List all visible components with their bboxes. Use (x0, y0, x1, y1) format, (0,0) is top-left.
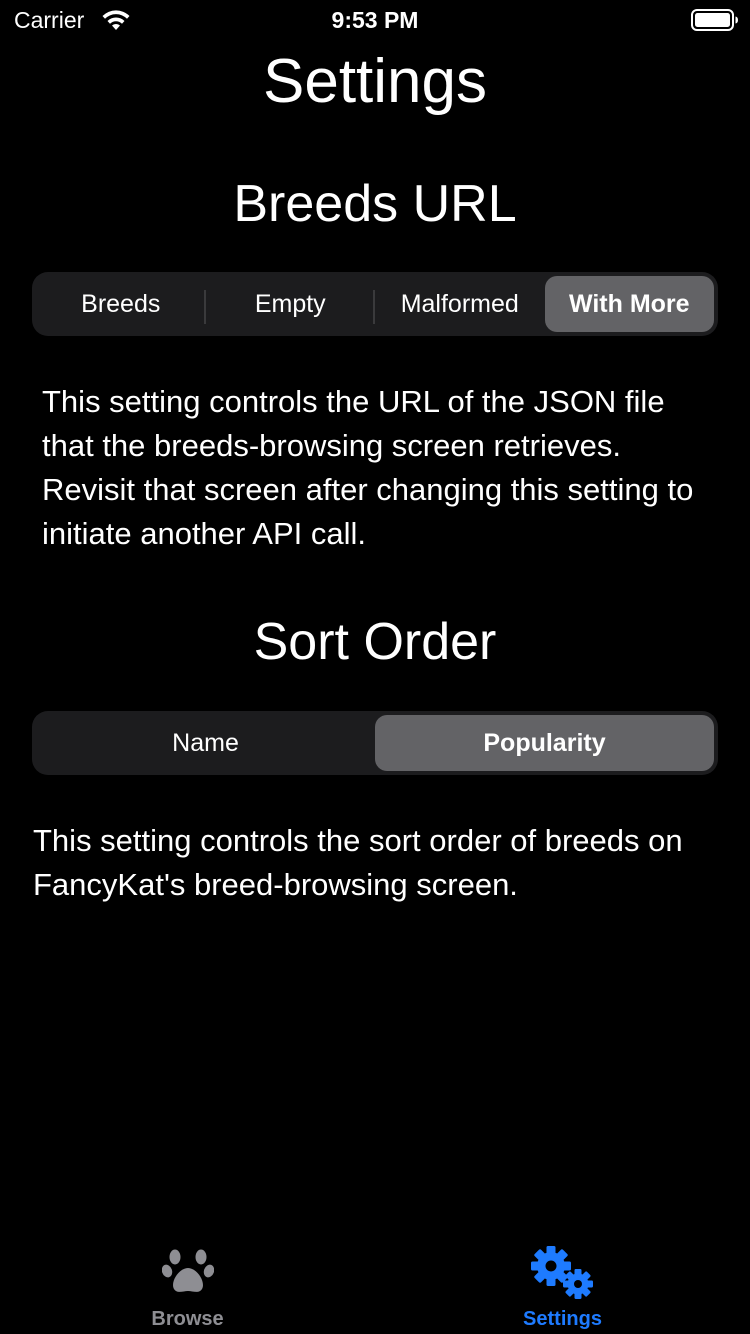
paw-icon (161, 1249, 214, 1292)
status-bar: Carrier 9:53 PM (0, 0, 750, 40)
segment-name[interactable]: Name (36, 715, 375, 771)
sort-order-description: This setting controls the sort order of … (33, 823, 683, 902)
tab-settings-label: Settings (523, 1308, 602, 1330)
segment-label: Empty (254, 289, 326, 318)
segment-malformed[interactable]: Malformed (375, 276, 545, 332)
segment-breeds[interactable]: Breeds (36, 276, 206, 332)
tab-browse-label: Browse (151, 1308, 224, 1330)
tab-browse[interactable]: Browse (0, 1236, 375, 1334)
segment-label: Name (172, 728, 239, 757)
breeds-url-segmented-control: Breeds Empty Malformed With More (32, 272, 718, 336)
battery-icon (691, 9, 738, 31)
breeds-url-description: This setting controls the URL of the JSO… (42, 384, 694, 551)
status-time: 9:53 PM (331, 7, 419, 33)
gears-icon (530, 1246, 593, 1299)
segment-label: Malformed (400, 289, 519, 318)
segment-label: Popularity (483, 728, 606, 757)
segment-label: Breeds (81, 289, 161, 318)
sort-order-segmented-control: Name Popularity (32, 711, 718, 775)
segment-label: With More (568, 289, 690, 318)
tab-settings[interactable]: Settings (375, 1236, 750, 1334)
sort-order-heading: Sort Order (253, 613, 497, 671)
breeds-url-heading: Breeds URL (233, 175, 517, 233)
page-title: Settings (262, 47, 488, 116)
segment-with-more[interactable]: With More (544, 276, 714, 332)
segment-popularity[interactable]: Popularity (375, 715, 714, 771)
tab-bar: Browse Settings (0, 1236, 750, 1334)
segment-empty[interactable]: Empty (206, 276, 375, 332)
